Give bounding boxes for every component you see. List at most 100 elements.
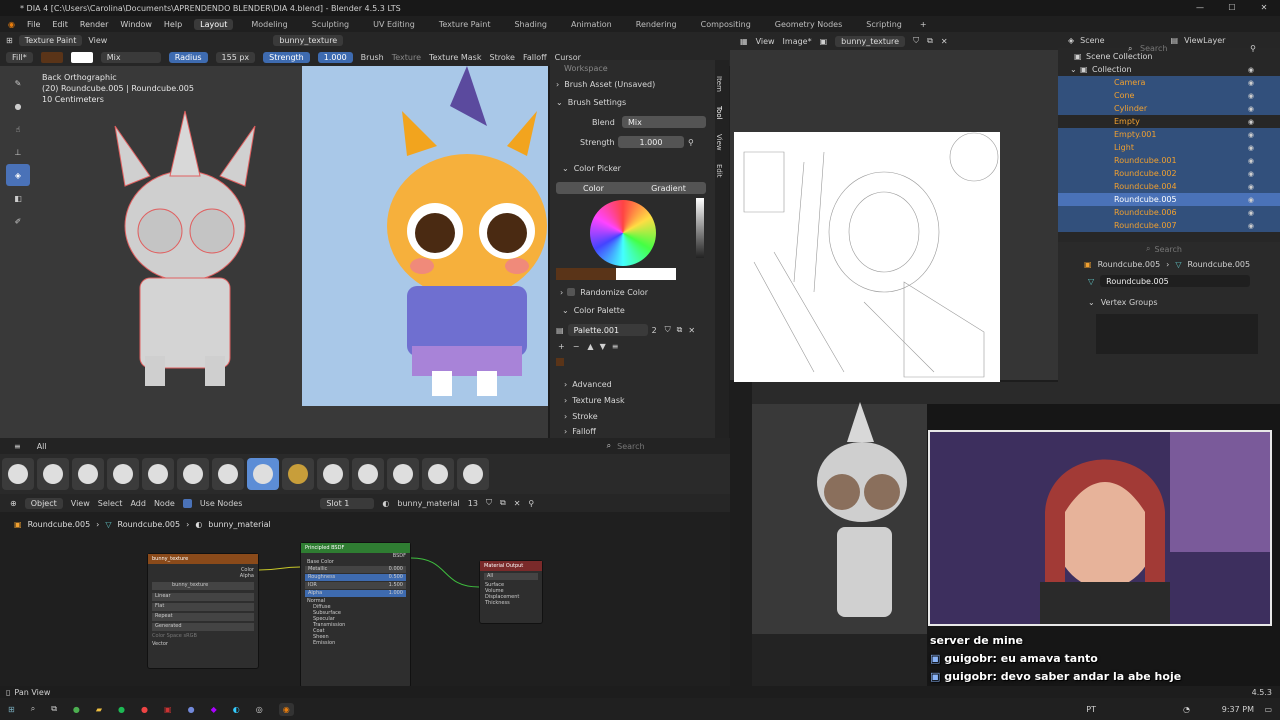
randomize-label[interactable]: Randomize Color <box>580 288 648 297</box>
menu-render[interactable]: Render <box>80 20 108 29</box>
clone-tool-icon[interactable]: ⊥ <box>6 141 30 163</box>
spotify-icon[interactable]: ● <box>118 705 125 714</box>
search-icon[interactable]: ⌕ <box>1146 244 1150 254</box>
falloff-menu[interactable]: Falloff <box>523 53 547 62</box>
node-menu[interactable]: Node <box>154 499 175 508</box>
vertex-groups-title[interactable]: Vertex Groups <box>1101 298 1158 307</box>
eye-icon[interactable]: ◉ <box>1248 131 1254 139</box>
add-menu[interactable]: Add <box>130 499 146 508</box>
brush-thumb-selected[interactable] <box>247 458 279 490</box>
tab-modeling[interactable]: Modeling <box>245 19 293 30</box>
brush-asset[interactable]: Brush Asset (Unsaved) <box>564 80 655 89</box>
blend-dropdown[interactable]: Mix <box>622 116 706 128</box>
collapse-icon[interactable]: ⌄ <box>562 306 569 315</box>
eye-icon[interactable]: ◉ <box>1248 157 1254 165</box>
menu-edit[interactable]: Edit <box>52 20 68 29</box>
shelf-search-icon[interactable]: ⌕ <box>607 441 611 451</box>
blender-logo-icon[interactable]: ◉ <box>8 20 15 29</box>
brush-menu[interactable]: Brush <box>361 53 384 62</box>
notification-icon[interactable]: ▭ <box>1264 705 1272 714</box>
collapse-icon[interactable]: ⌄ <box>562 164 569 173</box>
outliner-item-empty-001[interactable]: Empty.001 <box>1114 130 1156 139</box>
outliner-item-roundcube-005[interactable]: Roundcube.005 <box>1114 195 1177 204</box>
color-swatch-white[interactable] <box>70 51 93 63</box>
outliner-item-empty[interactable]: Empty <box>1114 117 1140 126</box>
view-menu[interactable]: View <box>71 499 90 508</box>
ext-field[interactable]: Repeat <box>152 613 254 621</box>
scene-collection[interactable]: Scene Collection <box>1086 52 1153 61</box>
collapse-icon[interactable]: ⌄ <box>1088 298 1095 307</box>
mask-tool-icon[interactable]: ◧ <box>6 187 30 209</box>
remove-color-icon[interactable]: − <box>573 342 580 351</box>
randomize-checkbox[interactable] <box>567 288 576 296</box>
expand-icon[interactable]: ⌄ <box>1070 65 1077 74</box>
collapse-icon[interactable]: ⌄ <box>556 98 563 107</box>
value-slider[interactable] <box>696 198 704 258</box>
brush-thumb[interactable] <box>457 458 489 490</box>
tab-view[interactable]: View <box>715 134 723 151</box>
expand-icon[interactable]: › <box>564 380 567 389</box>
eye-icon[interactable]: ◉ <box>1248 92 1254 100</box>
chrome-icon[interactable]: ● <box>73 705 80 714</box>
brush-thumb[interactable] <box>387 458 419 490</box>
eye-icon[interactable]: ◉ <box>1248 105 1254 113</box>
ior-field[interactable]: IOR 1.500 <box>305 582 406 589</box>
folder-icon[interactable]: ▰ <box>96 705 102 714</box>
uv-texture-canvas[interactable] <box>734 132 1000 382</box>
menu-window[interactable]: Window <box>120 20 152 29</box>
stroke-menu[interactable]: Stroke <box>489 53 515 62</box>
brush-thumb[interactable] <box>142 458 174 490</box>
editor-type-icon[interactable]: ▦ <box>740 37 748 46</box>
outliner-item-roundcube-004[interactable]: Roundcube.004 <box>1114 182 1177 191</box>
outliner-item-roundcube-002[interactable]: Roundcube.002 <box>1114 169 1177 178</box>
alpha-field[interactable]: Alpha 1.000 <box>305 590 406 597</box>
move-up-icon[interactable]: ▲ <box>587 342 593 351</box>
eye-icon[interactable]: ◉ <box>1248 66 1254 74</box>
brush-thumb[interactable] <box>177 458 209 490</box>
image-name-field[interactable]: bunny_texture <box>835 35 906 47</box>
texture-paint-viewport[interactable] <box>302 66 548 406</box>
smear-tool-icon[interactable]: ☝ <box>6 118 30 140</box>
color-wheel[interactable] <box>590 200 656 266</box>
minimize-icon[interactable]: — <box>1184 0 1216 16</box>
3d-viewport[interactable] <box>0 66 302 438</box>
tab-compositing[interactable]: Compositing <box>695 19 757 30</box>
mesh-data-name[interactable]: Roundcube.005 <box>1100 275 1251 287</box>
search-icon[interactable]: ⌕ <box>31 704 35 714</box>
outliner-item-roundcube-007[interactable]: Roundcube.007 <box>1114 221 1177 230</box>
section-stroke[interactable]: Stroke <box>572 412 598 421</box>
sort-icon[interactable]: ≡ <box>612 342 619 351</box>
app-icon[interactable]: ▣ <box>164 705 172 714</box>
radius-label[interactable]: Radius <box>168 51 208 63</box>
palette-name[interactable]: Palette.001 <box>567 324 648 336</box>
brush-thumb[interactable] <box>282 458 314 490</box>
shelf-search-input[interactable]: Search <box>617 442 644 451</box>
language-indicator[interactable]: PT <box>1086 705 1096 714</box>
view-menu[interactable]: View <box>88 36 107 45</box>
menu-help[interactable]: Help <box>164 20 182 29</box>
tab-shading[interactable]: Shading <box>508 19 553 30</box>
unlink-icon[interactable]: ✕ <box>514 499 521 508</box>
move-down-icon[interactable]: ▼ <box>600 342 606 351</box>
browser-icon[interactable]: ● <box>141 705 148 714</box>
discord-icon[interactable]: ● <box>188 705 195 714</box>
annotate-tool-icon[interactable]: ✐ <box>6 210 30 232</box>
image-browse-icon[interactable]: ▣ <box>820 37 828 46</box>
eye-icon[interactable]: ◉ <box>1248 222 1254 230</box>
taskview-icon[interactable]: ⧉ <box>51 704 57 714</box>
blend-mode[interactable]: Mix <box>100 51 161 63</box>
add-color-icon[interactable]: + <box>558 342 565 351</box>
radius-value[interactable]: 155 px <box>215 51 256 63</box>
duplicate-icon[interactable]: ⧉ <box>927 36 933 46</box>
draw-tool-icon[interactable]: ✎ <box>6 72 30 94</box>
brush-thumb[interactable] <box>72 458 104 490</box>
blender-taskbar-icon[interactable]: ◉ <box>278 702 294 716</box>
close-icon[interactable]: ✕ <box>1248 0 1280 16</box>
source-field[interactable]: Generated <box>152 623 254 631</box>
tab-item[interactable]: Item <box>715 76 723 92</box>
select-menu[interactable]: Select <box>98 499 123 508</box>
shader-node-editor[interactable]: bunny_texture Color Alpha bunny_texture … <box>0 512 730 688</box>
clock[interactable]: 9:37 PM <box>1222 705 1254 714</box>
material-output-node[interactable]: Material Output All Surface Volume Displ… <box>479 560 543 624</box>
fake-user-icon[interactable]: ⛉ <box>665 325 671 335</box>
